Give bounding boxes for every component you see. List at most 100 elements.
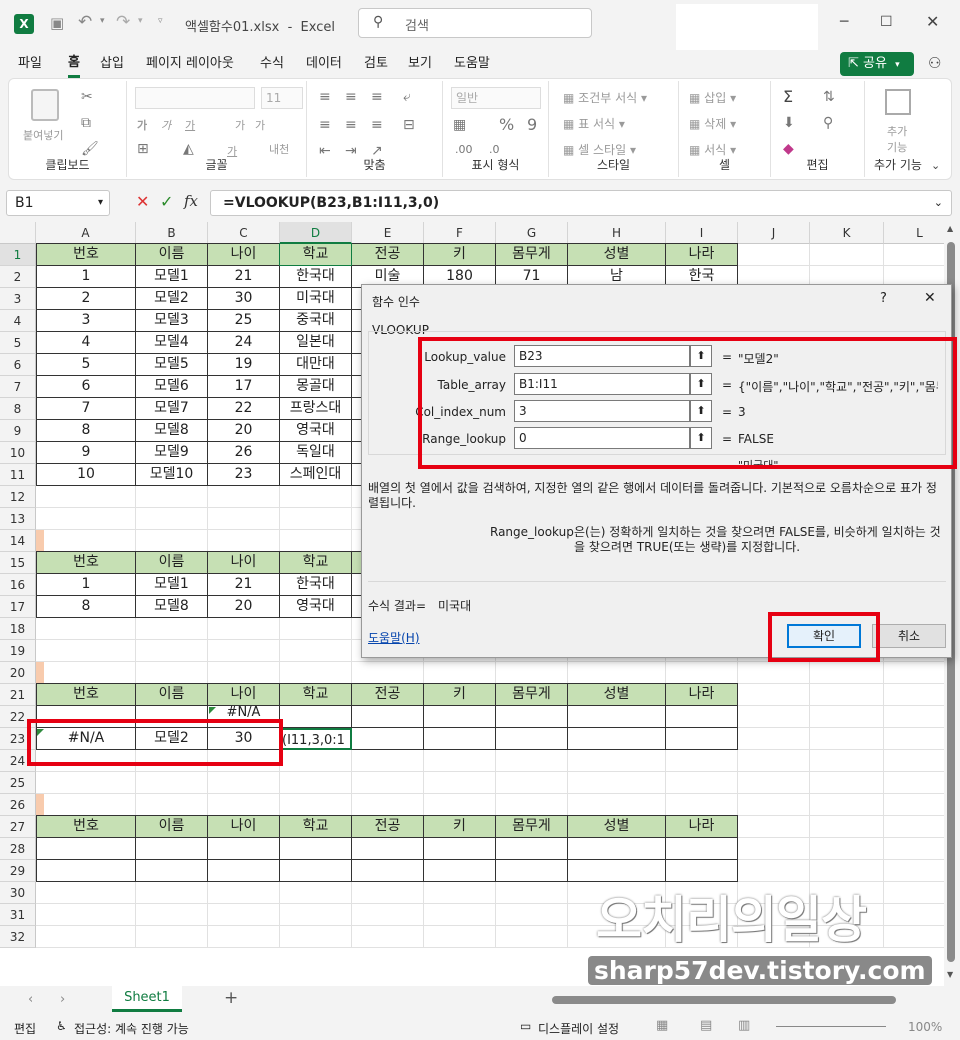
grid-cell[interactable]: [738, 772, 810, 794]
grid-cell[interactable]: [280, 486, 352, 508]
font-size-select[interactable]: 11: [261, 87, 303, 109]
table-cell[interactable]: 22: [208, 398, 280, 420]
name-box[interactable]: B1 ▾: [6, 190, 110, 216]
tab-help[interactable]: 도움말: [454, 50, 490, 78]
grid-cell[interactable]: [810, 706, 884, 728]
confirm-entry-icon[interactable]: ✓: [160, 192, 173, 211]
number-format-select[interactable]: 일반: [451, 87, 541, 109]
clear-icon[interactable]: ◆: [783, 141, 794, 157]
table-header-cell[interactable]: 번호: [36, 684, 136, 706]
grid-cell[interactable]: [884, 838, 944, 860]
grid-cell[interactable]: [352, 882, 424, 904]
table-cell[interactable]: 9: [36, 442, 136, 464]
table-cell[interactable]: 미국대: [280, 288, 352, 310]
table-cell[interactable]: 모델7: [136, 398, 208, 420]
table-header-cell[interactable]: 번호: [36, 244, 136, 266]
table-cell[interactable]: 모델10: [136, 464, 208, 486]
conditional-format-button[interactable]: ▦ 조건부 서식 ▾: [563, 89, 647, 106]
table-cell[interactable]: [352, 706, 424, 728]
table-cell[interactable]: [208, 860, 280, 882]
table-cell[interactable]: 모델3: [136, 310, 208, 332]
row-header[interactable]: 32: [0, 926, 36, 948]
row-header[interactable]: 7: [0, 376, 36, 398]
row-header[interactable]: 2: [0, 266, 36, 288]
grid-cell[interactable]: [424, 750, 496, 772]
undo-dropdown-icon[interactable]: ▾: [100, 16, 105, 26]
grid-cell[interactable]: [208, 772, 280, 794]
grid-cell[interactable]: [884, 816, 944, 838]
grid-cell[interactable]: [36, 662, 136, 684]
column-header[interactable]: F: [424, 222, 496, 244]
tab-page-layout[interactable]: 페이지 레이아웃: [146, 50, 234, 78]
row-header[interactable]: 21: [0, 684, 36, 706]
column-header[interactable]: J: [738, 222, 810, 244]
table-cell[interactable]: 19: [208, 354, 280, 376]
grid-cell[interactable]: [884, 860, 944, 882]
table-header-cell[interactable]: 나이: [208, 244, 280, 266]
table-cell[interactable]: 7: [36, 398, 136, 420]
row-header[interactable]: 14: [0, 530, 36, 552]
table-header-cell[interactable]: 전공: [352, 244, 424, 266]
table-cell[interactable]: [666, 728, 738, 750]
row-header[interactable]: 19: [0, 640, 36, 662]
table-header-cell[interactable]: 몸무게: [496, 684, 568, 706]
normal-view-icon[interactable]: ▦: [656, 1018, 668, 1033]
table-cell[interactable]: [568, 728, 666, 750]
table-cell[interactable]: [352, 728, 424, 750]
grid-cell[interactable]: [496, 750, 568, 772]
percent-icon[interactable]: %: [499, 115, 514, 134]
grid-cell[interactable]: [36, 508, 136, 530]
horizontal-scrollbar[interactable]: [552, 996, 896, 1004]
error-indicator-icon[interactable]: [209, 707, 216, 714]
grid-cell[interactable]: [568, 662, 666, 684]
table-cell[interactable]: 4: [36, 332, 136, 354]
table-cell[interactable]: [208, 838, 280, 860]
table-cell[interactable]: 23: [208, 464, 280, 486]
tab-home[interactable]: 홈: [68, 50, 80, 78]
prev-sheet-icon[interactable]: ‹: [28, 992, 33, 1007]
grid-cell[interactable]: [136, 530, 208, 552]
delete-cells-button[interactable]: ▦ 삭제 ▾: [689, 115, 736, 132]
table-header-cell[interactable]: 키: [424, 684, 496, 706]
grid-cell[interactable]: [496, 772, 568, 794]
comma-icon[interactable]: 9: [527, 115, 537, 134]
grid-cell[interactable]: [352, 772, 424, 794]
grid-cell[interactable]: [36, 794, 136, 816]
grid-cell[interactable]: [738, 662, 810, 684]
redo-dropdown-icon[interactable]: ▾: [138, 16, 143, 26]
table-cell[interactable]: [666, 860, 738, 882]
add-sheet-button[interactable]: +: [224, 988, 238, 1008]
display-settings-icon[interactable]: ▭: [520, 1019, 531, 1033]
table-cell[interactable]: [496, 728, 568, 750]
expand-formula-icon[interactable]: ⌄: [934, 191, 943, 215]
grid-cell[interactable]: [36, 904, 136, 926]
table-cell[interactable]: 모델8: [136, 596, 208, 618]
fill-color-icon[interactable]: ◭: [183, 141, 194, 157]
grid-cell[interactable]: [352, 794, 424, 816]
column-header[interactable]: L: [884, 222, 944, 244]
column-header[interactable]: B: [136, 222, 208, 244]
grid-cell[interactable]: [280, 772, 352, 794]
table-header-cell[interactable]: 몸무게: [496, 816, 568, 838]
table-cell[interactable]: [568, 860, 666, 882]
bold-button[interactable]: 가: [137, 117, 147, 133]
grid-cell[interactable]: [568, 750, 666, 772]
grid-cell[interactable]: [208, 662, 280, 684]
row-header[interactable]: 18: [0, 618, 36, 640]
grid-cell[interactable]: [208, 508, 280, 530]
table-cell[interactable]: [496, 706, 568, 728]
column-header[interactable]: I: [666, 222, 738, 244]
grid-cell[interactable]: [496, 926, 568, 948]
grid-cell[interactable]: [884, 706, 944, 728]
cancel-entry-icon[interactable]: ✕: [136, 192, 149, 211]
redo-icon[interactable]: ↷: [116, 12, 130, 32]
grid-cell[interactable]: [738, 816, 810, 838]
grid-cell[interactable]: [208, 794, 280, 816]
table-cell[interactable]: [568, 838, 666, 860]
grid-cell[interactable]: [884, 244, 944, 266]
table-cell[interactable]: [36, 860, 136, 882]
underline-button[interactable]: 가: [185, 117, 195, 133]
column-header[interactable]: C: [208, 222, 280, 244]
table-cell[interactable]: 모델1: [136, 574, 208, 596]
grid-cell[interactable]: [136, 904, 208, 926]
